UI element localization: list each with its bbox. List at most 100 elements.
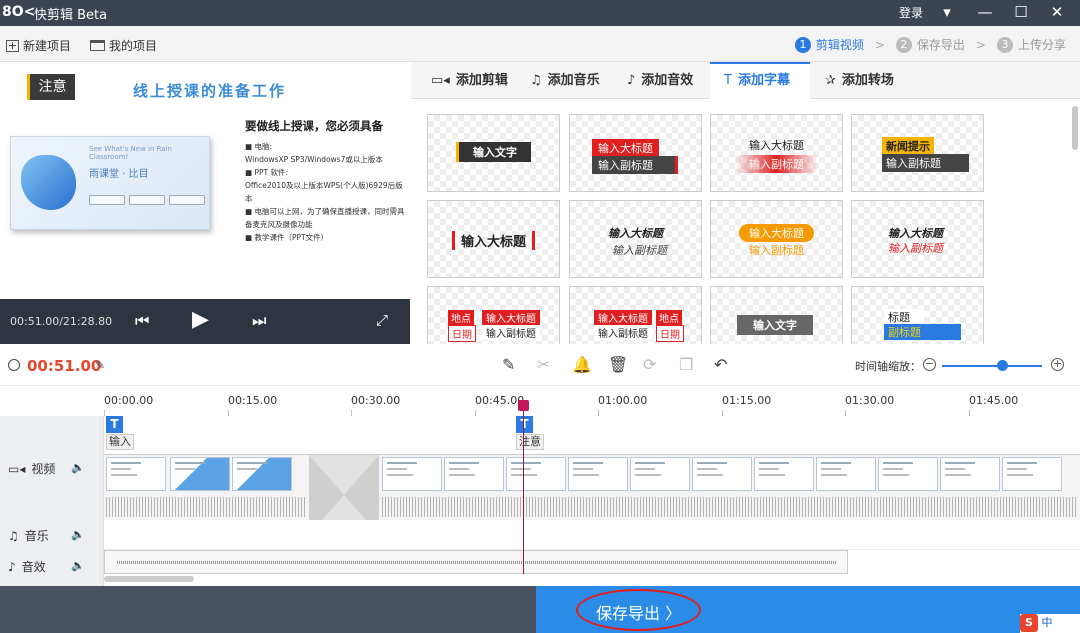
subtitle-clip[interactable]: 输入 (106, 434, 134, 450)
template-text: 输入副标题 (482, 325, 540, 340)
edit-pencil-icon[interactable]: ✎ (502, 355, 515, 374)
audio-waveform (382, 497, 1078, 517)
ime-indicator[interactable]: S 中 (1020, 614, 1080, 633)
video-clip-icon: ▭◂ (431, 73, 450, 88)
step-upload-share[interactable]: 3 上传分享 (996, 36, 1066, 53)
next-frame-icon[interactable]: ⏭ (252, 311, 266, 331)
login-link[interactable]: 登录 (899, 4, 923, 21)
template-text: 输入大标题 (888, 227, 943, 240)
track-name: 视频 (31, 462, 56, 476)
step-save-export[interactable]: 2 保存导出 (895, 36, 965, 53)
list-item: ■ 电脑可以上网，为了确保直播授课，同时需具 (245, 207, 405, 216)
tab-add-transition[interactable]: ✰ 添加转场 (823, 62, 896, 99)
subtitle-template-card[interactable]: 输入文字 (710, 286, 843, 344)
playback-time: 00:51.00/21:28.80 (10, 315, 113, 328)
mock-button (129, 195, 165, 205)
music-volume-icon[interactable]: 🔈 (71, 528, 85, 541)
play-icon[interactable]: ▶ (192, 307, 209, 332)
menu-bar: + 新建项目 我的项目 1 剪辑视频 > 2 保存导出 > 3 上传分享 (0, 26, 1080, 62)
video-thumbnail (106, 457, 166, 491)
timeline-ruler[interactable]: 00:00.00 00:15.00 00:30.00 00:45.00 01:0… (0, 386, 1080, 416)
close-button[interactable]: ✕ (1042, 0, 1072, 26)
function-tabs: ▭◂ 添加剪辑 ♫ 添加音乐 ♪ 添加音效 T 添加字幕 ✰ 添加转场 (411, 62, 1080, 99)
previous-frame-icon[interactable]: ⏮ (135, 311, 149, 331)
save-export-button[interactable]: 保存导出 〉 (536, 586, 1080, 633)
zoom-slider-track[interactable] (942, 365, 1042, 367)
minimize-button[interactable]: — (970, 0, 1000, 26)
bottom-bar (0, 586, 536, 633)
subtitle-template-card[interactable]: 输入大标题 (427, 200, 560, 278)
bell-icon[interactable]: 🔔 (572, 355, 592, 374)
step-edit-video[interactable]: 1 剪辑视频 (794, 36, 864, 53)
tab-label: 添加转场 (841, 73, 894, 88)
video-thumbnail (630, 457, 690, 491)
tab-add-music[interactable]: ♫ 添加音乐 (528, 62, 602, 99)
step-label: 上传分享 (1017, 38, 1066, 52)
track-name: 音乐 (24, 529, 49, 543)
my-projects-button[interactable]: 我的项目 (90, 37, 157, 54)
template-text: 输入副标题 (592, 156, 678, 174)
ruler-label: 00:30.00 (351, 394, 401, 407)
subtitle-template-card[interactable]: 输入大标题 输入副标题 (569, 114, 702, 192)
copy-icon[interactable]: ❐ (679, 355, 693, 374)
rotate-icon[interactable]: ⟳ (643, 355, 656, 374)
subtitle-template-card[interactable]: 新闻提示 输入副标题 (851, 114, 984, 192)
template-text: 副标题 (884, 324, 961, 340)
step-number: 2 (895, 36, 912, 53)
music-track[interactable] (104, 520, 1080, 550)
template-text: 输入大标题 (482, 310, 540, 325)
undo-icon[interactable]: ↶ (714, 355, 727, 374)
subtitle-clip-icon[interactable]: T (106, 416, 123, 433)
slide-title: 线上授课的准备工作 (133, 82, 287, 100)
template-text: 输入大标题 (608, 227, 663, 240)
video-thumbnail (444, 457, 504, 491)
scissors-icon[interactable]: ✂ (537, 355, 550, 374)
zoom-label: 时间轴缩放： (855, 360, 921, 373)
timeline-scrollbar[interactable] (104, 576, 194, 582)
maximize-button[interactable]: ☐ (1006, 0, 1036, 26)
step-label: 保存导出 (916, 38, 965, 52)
edit-time-icon[interactable]: ✎ (95, 358, 105, 372)
template-scrollbar[interactable] (1072, 106, 1078, 150)
ruler-label: 01:45.00 (969, 394, 1019, 407)
ruler-label: 00:45.00 (475, 394, 525, 407)
fullscreen-icon[interactable]: ⤢ (376, 311, 388, 329)
template-text: 输入大标题 (592, 139, 659, 157)
zoom-out-icon[interactable]: − (923, 358, 936, 371)
tab-add-subtitle[interactable]: T 添加字幕 (710, 62, 810, 99)
video-track-label: ▭◂ 视频 (8, 460, 55, 477)
subtitle-template-card[interactable]: 输入文字 (427, 114, 560, 192)
video-thumbnail (170, 457, 230, 491)
playhead-line[interactable] (523, 402, 524, 574)
video-thumbnail (692, 457, 752, 491)
preview-frame: 注意 线上授课的准备工作 See What's New in Rain Clas… (0, 62, 410, 298)
template-text: 输入大标题 (594, 310, 652, 325)
menu-dropdown-icon[interactable]: ▾ (932, 0, 962, 26)
tab-add-sound-effect[interactable]: ♪ 添加音效 (625, 62, 695, 99)
zoom-slider-handle[interactable] (997, 360, 1008, 371)
subtitle-template-card[interactable]: 标题 副标题 (851, 286, 984, 344)
ruler-label: 01:15.00 (722, 394, 772, 407)
step-label: 剪辑视频 (815, 38, 864, 52)
subtitle-template-card[interactable]: 输入大标题 地点 输入副标题 日期 (569, 286, 702, 344)
subtitle-template-card[interactable]: 地点 输入大标题 日期 输入副标题 (427, 286, 560, 344)
chevron-right-icon: > (975, 37, 986, 52)
notice-label: 注意 (27, 74, 75, 100)
video-thumbnail (506, 457, 566, 491)
subtitle-template-card[interactable]: 输入大标题 输入副标题 (851, 200, 984, 278)
subtitle-template-card[interactable]: 输入大标题 输入副标题 (710, 200, 843, 278)
subtitle-clip-icon[interactable]: T (516, 416, 533, 433)
track-headers: ▭◂ 视频 🔈 ♫ 音乐 🔈 ♪ 音效 🔈 (0, 416, 104, 586)
sfx-track[interactable] (104, 550, 848, 574)
sfx-volume-icon[interactable]: 🔈 (71, 559, 85, 572)
subtitle-template-card[interactable]: 输入大标题 输入副标题 (569, 200, 702, 278)
tab-add-clip[interactable]: ▭◂ 添加剪辑 (429, 62, 510, 99)
zoom-in-icon[interactable]: + (1051, 358, 1064, 371)
subtitle-clip[interactable]: 注意 (516, 434, 544, 450)
subtitle-template-card[interactable]: 输入大标题 输入副标题 (710, 114, 843, 192)
list-item: ■ 教学课件（PPT文件） (245, 233, 329, 242)
delete-icon[interactable]: 🗑 (608, 355, 628, 374)
new-project-button[interactable]: + 新建项目 (6, 37, 71, 54)
video-volume-icon[interactable]: 🔈 (71, 461, 85, 474)
playhead-handle[interactable] (518, 400, 529, 411)
